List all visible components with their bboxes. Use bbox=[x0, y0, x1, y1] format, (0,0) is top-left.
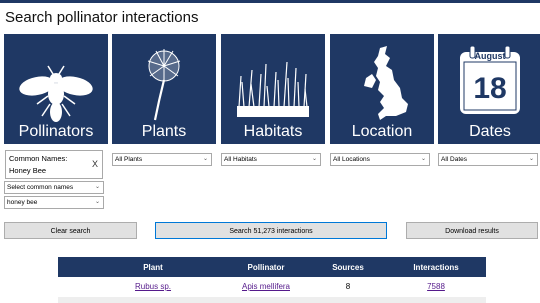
interactions-link[interactable]: 7588 bbox=[427, 282, 445, 291]
tile-location[interactable]: Location bbox=[330, 34, 434, 144]
chevron-down-icon: ⌄ bbox=[420, 156, 426, 162]
calendar-month: August bbox=[475, 51, 506, 61]
table-header: Plant Pollinator Sources Interactions bbox=[58, 257, 486, 277]
top-accent-bar bbox=[0, 0, 540, 3]
chevron-down-icon: ⌄ bbox=[94, 184, 100, 190]
common-names-select-value: Select common names bbox=[7, 184, 74, 191]
habitats-select-value: All Habitats bbox=[224, 156, 257, 163]
header-sources: Sources bbox=[332, 263, 364, 272]
common-names-label: Common Names: bbox=[9, 154, 68, 163]
download-results-button[interactable]: Download results bbox=[406, 222, 538, 239]
header-interactions: Interactions bbox=[413, 263, 459, 272]
clear-search-button[interactable]: Clear search bbox=[4, 222, 137, 239]
sources-value: 8 bbox=[345, 282, 351, 291]
table-row: Rubus sp. Apis mellifera 8 7588 bbox=[58, 277, 486, 297]
dates-select[interactable]: All Dates ⌄ bbox=[438, 153, 538, 166]
pollinator-link[interactable]: Apis mellifera bbox=[242, 282, 290, 291]
common-names-search[interactable]: honey bee ⌄ bbox=[4, 196, 104, 209]
search-button[interactable]: Search 51,273 interactions bbox=[155, 222, 387, 239]
common-names-select[interactable]: Select common names ⌄ bbox=[4, 181, 104, 194]
chevron-down-icon: ⌄ bbox=[94, 199, 100, 205]
chevron-down-icon: ⌄ bbox=[311, 156, 317, 162]
chevron-down-icon: ⌄ bbox=[528, 156, 534, 162]
locations-select-value: All Locations bbox=[333, 156, 370, 163]
tile-label-pollinators: Pollinators bbox=[18, 123, 94, 140]
dates-select-value: All Dates bbox=[441, 156, 468, 163]
common-names-box: Common Names: Honey Bee X bbox=[5, 150, 103, 179]
tile-plants[interactable]: Plants bbox=[112, 34, 216, 144]
calendar-day: 18 bbox=[473, 72, 506, 105]
tile-habitats[interactable]: Habitats bbox=[221, 34, 325, 144]
chevron-down-icon: ⌄ bbox=[202, 156, 208, 162]
habitats-select[interactable]: All Habitats ⌄ bbox=[221, 153, 321, 166]
tile-label-dates: Dates bbox=[469, 123, 511, 140]
table-row bbox=[58, 297, 486, 303]
tile-label-plants: Plants bbox=[141, 123, 187, 140]
plant-link[interactable]: Rubus sp. bbox=[135, 282, 171, 291]
remove-name-button[interactable]: X bbox=[92, 159, 98, 169]
locations-select[interactable]: All Locations ⌄ bbox=[330, 153, 430, 166]
plants-select-value: All Plants bbox=[115, 156, 143, 163]
tile-pollinators[interactable]: Pollinators bbox=[4, 34, 108, 144]
tile-label-location: Location bbox=[351, 123, 413, 140]
header-pollinator: Pollinator bbox=[247, 263, 285, 272]
common-names-search-value: honey bee bbox=[7, 199, 38, 206]
common-names-value: Honey Bee bbox=[9, 166, 47, 175]
tile-dates[interactable]: August 18 Dates bbox=[438, 34, 540, 144]
page-title: Search pollinator interactions bbox=[5, 9, 199, 26]
tile-label-habitats: Habitats bbox=[243, 123, 303, 140]
plants-select[interactable]: All Plants ⌄ bbox=[112, 153, 212, 166]
header-plant: Plant bbox=[143, 263, 163, 272]
